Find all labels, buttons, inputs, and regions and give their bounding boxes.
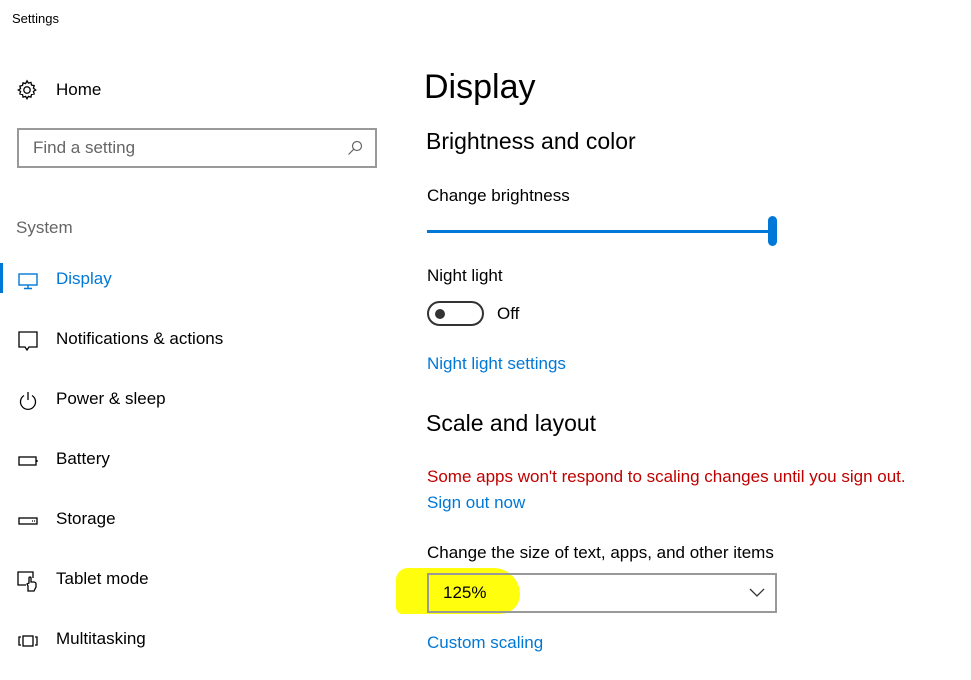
search-placeholder: Find a setting [33,138,136,157]
size-label: Change the size of text, apps, and other… [427,543,774,562]
page-title: Display [424,68,536,106]
home-label: Home [56,80,102,99]
tablet-mode-icon [16,569,40,593]
power-icon [16,389,40,413]
sidebar-item-multitasking[interactable]: Multitasking [0,620,380,680]
brightness-label: Change brightness [427,186,570,205]
chevron-down-icon [749,588,765,597]
night-light-label: Night light [427,266,503,285]
scale-dropdown[interactable]: 125% [427,573,777,613]
monitor-icon [16,269,40,293]
scale-heading: Scale and layout [426,410,597,436]
sidebar-item-display[interactable]: Display [0,260,380,320]
sidebar-nav: Display Notifications & actions Power & … [0,260,380,680]
slider-track [427,230,772,233]
night-light-toggle[interactable] [427,301,484,326]
custom-scaling-link[interactable]: Custom scaling [427,633,543,653]
scale-value: 125% [443,583,487,602]
toggle-knob [435,309,445,319]
slider-thumb[interactable] [768,216,777,246]
brightness-heading: Brightness and color [426,128,636,154]
sidebar-item-battery[interactable]: Battery [0,440,380,500]
multitasking-icon [16,629,40,653]
brightness-slider[interactable] [427,216,777,246]
search-icon [348,140,363,155]
sidebar-item-power-sleep[interactable]: Power & sleep [0,380,380,440]
search-input[interactable]: Find a setting [17,128,377,168]
sidebar-item-notifications[interactable]: Notifications & actions [0,320,380,380]
section-label: System [16,218,73,237]
sign-out-link[interactable]: Sign out now [427,493,525,513]
scaling-warning: Some apps won't respond to scaling chang… [427,467,906,486]
battery-icon [16,449,40,473]
home-link[interactable]: Home [16,79,101,101]
window-title: Settings [12,11,59,26]
storage-icon [16,509,40,533]
sidebar-item-tablet-mode[interactable]: Tablet mode [0,560,380,620]
night-light-state: Off [497,304,520,323]
gear-icon [17,79,37,100]
night-light-settings-link[interactable]: Night light settings [427,354,566,374]
notification-icon [16,329,40,353]
sidebar-item-storage[interactable]: Storage [0,500,380,560]
